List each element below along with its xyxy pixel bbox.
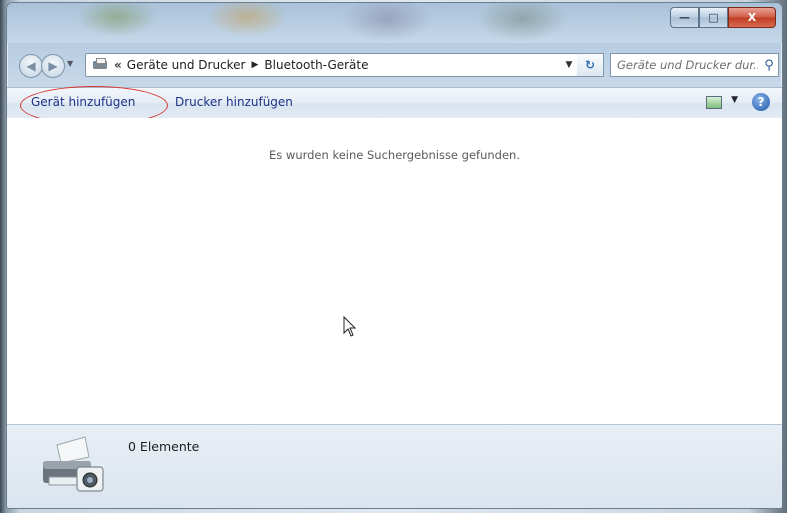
address-overflow-chevron[interactable]: « [114,58,122,72]
breadcrumb-bluetooth-devices[interactable]: Bluetooth-Geräte [264,58,374,72]
explorer-window: — □ X ◀ ▶ ▼ « Geräte und Drucker ▶ Bluet… [6,2,783,509]
recent-pages-dropdown-icon[interactable]: ▼ [67,59,77,69]
devices-and-printers-icon [92,58,110,72]
change-view-icon[interactable] [706,96,722,109]
add-printer-button[interactable]: Drucker hinzufügen [175,95,293,109]
minimize-button[interactable]: — [670,7,699,28]
refresh-button[interactable]: ↻ [577,53,604,77]
command-bar: Gerät hinzufügen Drucker hinzufügen ▼ ? [7,86,782,125]
breadcrumb-devices-and-printers[interactable]: Geräte und Drucker [127,58,252,72]
address-history-dropdown-icon[interactable]: ▼ [560,60,577,70]
results-pane[interactable]: Es wurden keine Suchergebnisse gefunden. [7,118,782,424]
item-count: 0 Elemente [128,439,200,454]
add-device-button[interactable]: Gerät hinzufügen [31,95,135,109]
back-arrow-icon: ◀ [26,59,36,73]
mouse-pointer-icon [343,316,357,337]
view-options-dropdown-icon[interactable]: ▼ [731,95,738,105]
refresh-icon: ↻ [584,58,596,72]
search-box[interactable]: ⚲ [610,53,779,77]
breadcrumb-separator-icon[interactable]: ▶ [252,60,259,70]
title-bar: — □ X [7,3,782,43]
help-icon[interactable]: ? [752,93,770,111]
search-input[interactable] [611,57,760,73]
printer-camera-device-icon [43,436,104,492]
navigation-bar: ◀ ▶ ▼ « Geräte und Drucker ▶ Bluetooth-G… [7,53,782,79]
search-icon[interactable]: ⚲ [760,58,778,73]
address-bar[interactable]: « Geräte und Drucker ▶ Bluetooth-Geräte … [85,53,578,77]
window-controls: — □ X [670,7,776,28]
forward-button[interactable]: ▶ [41,54,65,78]
back-button[interactable]: ◀ [19,54,43,78]
close-button[interactable]: X [728,7,776,28]
forward-arrow-icon: ▶ [48,59,58,73]
maximize-button[interactable]: □ [699,7,728,28]
details-pane: 0 Elemente [7,424,782,508]
empty-results-message: Es wurden keine Suchergebnisse gefunden. [269,148,520,162]
